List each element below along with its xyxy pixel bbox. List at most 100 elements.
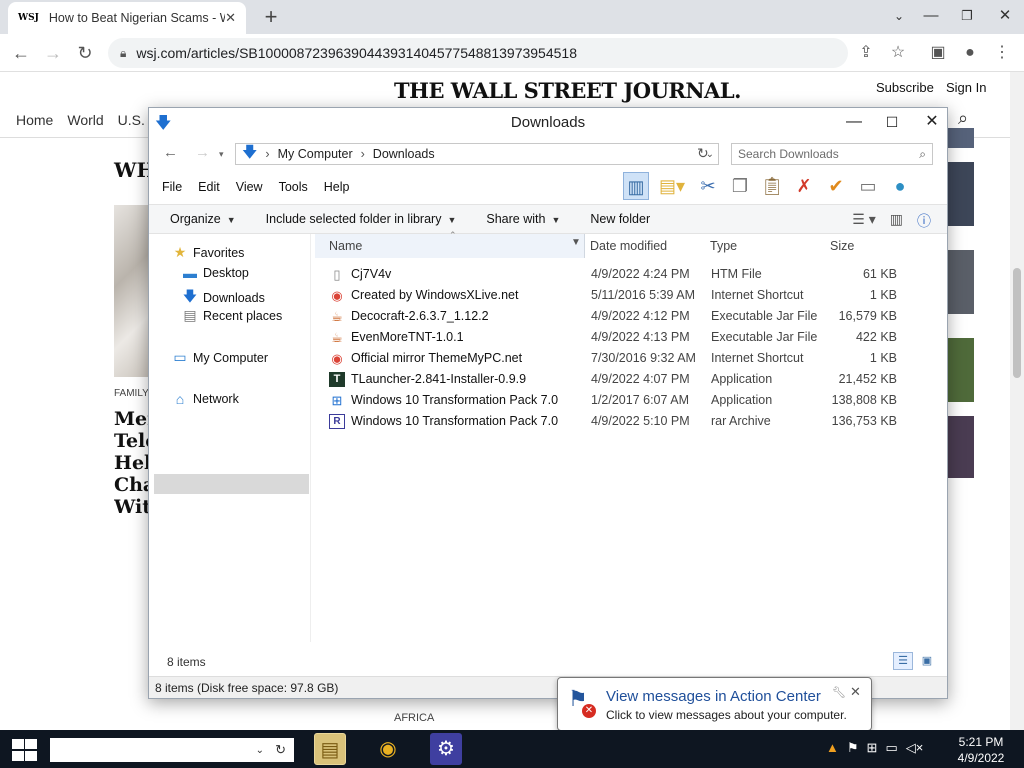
thumbnail-image[interactable] — [948, 128, 974, 148]
globe-icon[interactable]: ● — [887, 172, 913, 200]
menu-help[interactable]: Help — [324, 180, 350, 194]
file-row[interactable]: R Windows 10 Transformation Pack 7.0 4/9/2… — [329, 411, 929, 432]
article-headline[interactable]: Mer Tele Hel Cha Wit — [114, 408, 150, 518]
taskbar-search-input[interactable]: ⌄ ↻ — [50, 738, 294, 762]
preview-pane-icon[interactable]: ▥ — [623, 172, 649, 200]
wsj-masthead[interactable]: THE WALL STREET JOURNAL. — [394, 78, 741, 103]
checkmark-icon[interactable]: ✔ — [823, 172, 849, 200]
file-row[interactable]: T TLauncher-2.841-Installer-0.9.9 4/9/2022… — [329, 369, 929, 390]
scrollbar-thumb[interactable] — [1013, 268, 1021, 378]
close-window-button[interactable]: ✕ — [990, 4, 1020, 28]
explorer-search-input[interactable]: Search Downloads ⌕ — [731, 143, 933, 165]
file-row[interactable]: ☕︎ EvenMoreTNT-1.0.1 4/9/2022 4:13 PM Execu… — [329, 327, 929, 348]
bookmark-star-icon[interactable]: ☆ — [886, 42, 910, 64]
new-folder-button[interactable]: New folder — [590, 212, 650, 226]
taskbar-clock[interactable]: 5:21 PM 4/9/2022 — [950, 734, 1012, 766]
delete-icon[interactable]: ✗ — [791, 172, 817, 200]
nav-home[interactable]: Home — [16, 112, 53, 128]
column-date[interactable]: Date modified — [590, 239, 667, 253]
menu-view[interactable]: View — [236, 180, 263, 194]
breadcrumb-downloads[interactable]: Downloads — [373, 147, 435, 161]
search-icon[interactable]: ⌕ — [919, 147, 926, 162]
copy-icon[interactable]: ❐ — [727, 172, 753, 200]
windows-tray-icon[interactable]: ⊞ — [867, 740, 878, 756]
search-icon[interactable]: ⌕ — [958, 108, 968, 129]
restore-button[interactable]: ❐ — [952, 4, 982, 28]
chevron-down-icon[interactable]: ⌄ — [256, 745, 264, 756]
forward-button[interactable]: → — [40, 40, 66, 66]
explorer-refresh-icon[interactable]: ↻ — [697, 145, 709, 162]
new-tab-button[interactable]: + — [258, 4, 284, 30]
menu-tools[interactable]: Tools — [279, 180, 308, 194]
explorer-forward-icon[interactable]: → — [195, 144, 210, 161]
nav-desktop[interactable]: ▬ Desktop — [181, 265, 249, 281]
details-view-icon[interactable]: ☰ — [893, 652, 913, 670]
help-icon[interactable]: ⓘ — [917, 211, 931, 231]
menu-file[interactable]: File — [162, 180, 182, 194]
column-size[interactable]: Size — [830, 239, 854, 253]
file-row[interactable]: ☕︎ Decocraft-2.6.3.7_1.12.2 4/9/2022 4:12 … — [329, 306, 929, 327]
explorer-close-button[interactable]: ✕ — [917, 112, 947, 132]
thumbnail-image[interactable] — [948, 162, 974, 226]
properties-icon[interactable]: ▭ — [855, 172, 881, 200]
file-row[interactable]: ◉ Official mirror ThemeMyPC.net 7/30/2016 … — [329, 348, 929, 369]
tab-close-icon[interactable]: ✕ — [225, 10, 236, 26]
explorer-back-icon[interactable]: ← — [163, 144, 178, 161]
minimize-button[interactable]: — — [916, 4, 946, 28]
file-row[interactable]: ◉ Created by WindowsXLive.net 5/11/2016 5:… — [329, 285, 929, 306]
menu-edit[interactable]: Edit — [198, 180, 220, 194]
cut-icon[interactable]: ✂ — [695, 172, 721, 200]
address-bar[interactable]: 🔒︎ wsj.com/articles/SB100008723963904439… — [108, 38, 848, 68]
volume-muted-icon[interactable]: ◁× — [906, 740, 924, 756]
column-type[interactable]: Type — [710, 239, 737, 253]
settings-gear-taskbar-icon[interactable]: ⚙ — [430, 733, 462, 765]
file-row[interactable]: ⊞ Windows 10 Transformation Pack 7.0 1/2/2… — [329, 390, 929, 411]
tray-app-icon[interactable]: ▲ — [826, 740, 839, 756]
share-icon[interactable]: ⇪ — [854, 42, 878, 64]
notification-close-icon[interactable]: ✕ — [850, 684, 861, 700]
page-scrollbar[interactable] — [1010, 72, 1024, 730]
column-name[interactable]: Name — [329, 239, 362, 253]
subscribe-link[interactable]: Subscribe — [876, 80, 934, 95]
tab-search-chevron-icon[interactable]: ⌄ — [884, 4, 914, 28]
browser-tab[interactable]: WSJ How to Beat Nigerian Scams - W ✕ — [8, 2, 246, 34]
nav-network[interactable]: ⌂ Network — [171, 391, 239, 407]
file-row[interactable]: ▯ Cj7V4v 4/9/2022 4:24 PM HTM File 61 KB — [329, 264, 929, 285]
thumbnail-image[interactable] — [948, 250, 974, 314]
nav-my-computer[interactable]: ▭ My Computer — [171, 349, 268, 366]
nav-us[interactable]: U.S. — [118, 112, 145, 128]
article-image[interactable] — [114, 205, 150, 377]
paste-icon[interactable]: 📋︎ — [759, 172, 785, 200]
thumbnail-image[interactable] — [948, 416, 974, 478]
chrome-taskbar-icon[interactable]: ◉ — [372, 733, 404, 765]
explorer-maximize-button[interactable]: ☐ — [877, 112, 907, 132]
profile-avatar-icon[interactable]: ● — [958, 42, 982, 64]
reload-button[interactable]: ↻ — [72, 40, 98, 66]
menu-kebab-icon[interactable]: ⋮ — [990, 42, 1014, 64]
folders-icon[interactable]: ▤▾ — [655, 172, 689, 200]
recent-locations-icon[interactable]: ▾ — [219, 149, 224, 160]
change-view-icon[interactable]: ☰ ▾ — [852, 211, 875, 231]
thumbnail-image[interactable] — [948, 338, 974, 402]
side-panel-icon[interactable]: ▣ — [926, 42, 950, 64]
preview-pane-toggle-icon[interactable]: ▥ — [890, 211, 903, 231]
explorer-minimize-button[interactable]: — — [839, 112, 869, 132]
explorer-address-bar[interactable]: 🡇 › My Computer › Downloads ⌄ — [235, 143, 719, 165]
nav-favorites[interactable]: ★ Favorites — [171, 244, 245, 261]
include-in-library-button[interactable]: Include selected folder in library ▼ — [266, 212, 457, 226]
sign-in-link[interactable]: Sign In — [946, 80, 986, 95]
large-icons-view-icon[interactable]: ▣ — [917, 652, 937, 670]
refresh-icon[interactable]: ↻ — [275, 742, 286, 758]
options-wrench-icon[interactable]: 🔧︎ — [832, 686, 846, 699]
network-tray-icon[interactable]: ▭ — [885, 740, 897, 756]
file-explorer-taskbar-icon[interactable]: ▤ — [314, 733, 346, 765]
organize-button[interactable]: Organize ▼ — [170, 212, 236, 226]
explorer-titlebar[interactable]: 🡇 Downloads — ☐ ✕ — [149, 108, 947, 138]
share-with-button[interactable]: Share with ▼ — [486, 212, 560, 226]
nav-recent-places[interactable]: ▤ Recent places — [181, 307, 282, 324]
breadcrumb-my-computer[interactable]: My Computer — [278, 147, 353, 161]
column-dropdown-icon[interactable]: ▼ — [571, 237, 581, 248]
back-button[interactable]: ← — [8, 40, 34, 66]
start-button[interactable] — [10, 738, 38, 762]
notification-balloon[interactable]: ⚑ ✕ View messages in Action Center Click… — [557, 677, 872, 731]
